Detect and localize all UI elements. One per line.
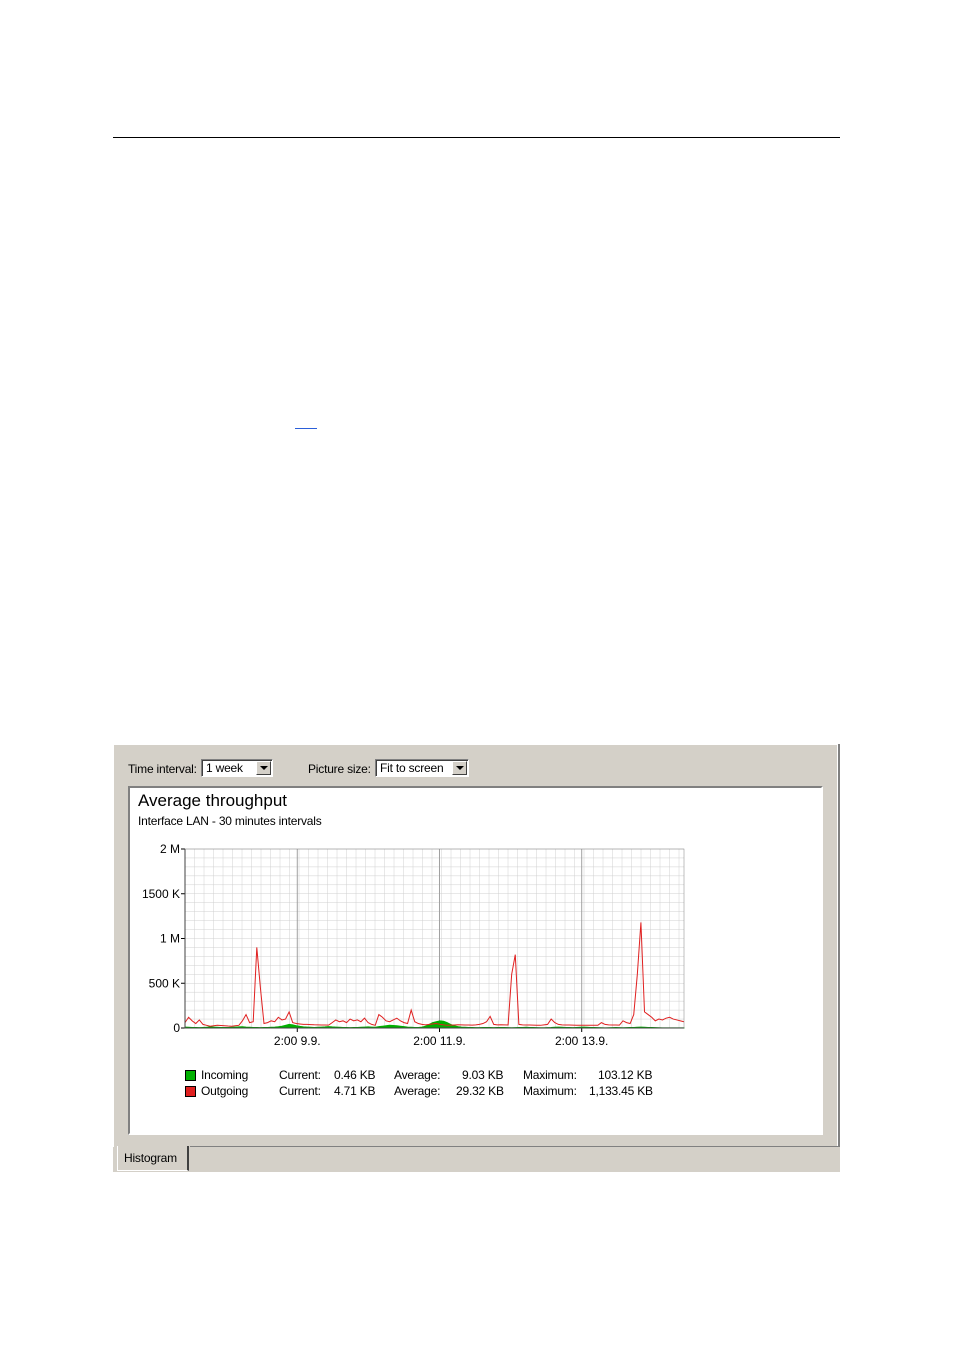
y-tick-label: 1 M (160, 932, 180, 946)
legend-series-name: Outgoing (201, 1084, 249, 1098)
chevron-down-icon (260, 766, 268, 770)
legend-average-value: 9.03 KB (462, 1068, 504, 1082)
legend-average-label: Average: (394, 1068, 441, 1082)
legend-maximum-value: 1,133.45 KB (589, 1084, 653, 1098)
picture-size-label: Picture size: (308, 762, 371, 776)
y-tick-label: 0 (173, 1021, 180, 1035)
time-interval-value: 1 week (206, 761, 243, 775)
tab-histogram[interactable]: Histogram (117, 1146, 189, 1171)
tab-strip-line (190, 1146, 840, 1147)
picture-size-select[interactable]: Fit to screen (375, 759, 469, 777)
x-tick-label: 2:00 11.9. (413, 1034, 466, 1048)
panel-border-left (113, 744, 114, 1147)
hyperlink-underline[interactable] (295, 428, 317, 429)
tab-histogram-label: Histogram (124, 1151, 177, 1165)
page-header-rule (113, 137, 840, 138)
legend-current-value: 4.71 KB (334, 1084, 376, 1098)
legend-maximum-label: Maximum: (523, 1084, 577, 1098)
legend-current-label: Current: (279, 1084, 321, 1098)
y-tick-label: 1500 K (142, 887, 180, 901)
x-tick-label: 2:00 13.9. (555, 1034, 608, 1048)
outgoing-swatch (185, 1086, 196, 1097)
legend-maximum-label: Maximum: (523, 1068, 577, 1082)
legend-current-label: Current: (279, 1068, 321, 1082)
picture-size-value: Fit to screen (380, 761, 444, 775)
time-interval-select[interactable]: 1 week (201, 759, 273, 777)
panel-border-right (837, 744, 840, 1147)
legend-series-name: Incoming (201, 1068, 249, 1082)
chart-frame: Average throughput Interface LAN - 30 mi… (128, 786, 823, 1135)
legend-maximum-value: 103.12 KB (598, 1068, 653, 1082)
time-interval-dropdown-button[interactable] (256, 761, 271, 775)
y-tick-label: 500 K (149, 976, 180, 990)
time-interval-label: Time interval: (128, 762, 197, 776)
incoming-swatch (185, 1070, 196, 1081)
x-tick-label: 2:00 9.9. (274, 1034, 321, 1048)
statistics-panel: Time interval: 1 week Picture size: Fit … (113, 744, 840, 1172)
panel-border-top (113, 744, 840, 745)
picture-size-dropdown-button[interactable] (452, 761, 467, 775)
legend-current-value: 0.46 KB (334, 1068, 376, 1082)
legend-average-value: 29.32 KB (456, 1084, 504, 1098)
chevron-down-icon (456, 766, 464, 770)
legend-average-label: Average: (394, 1084, 441, 1098)
y-tick-label: 2 M (160, 842, 180, 856)
